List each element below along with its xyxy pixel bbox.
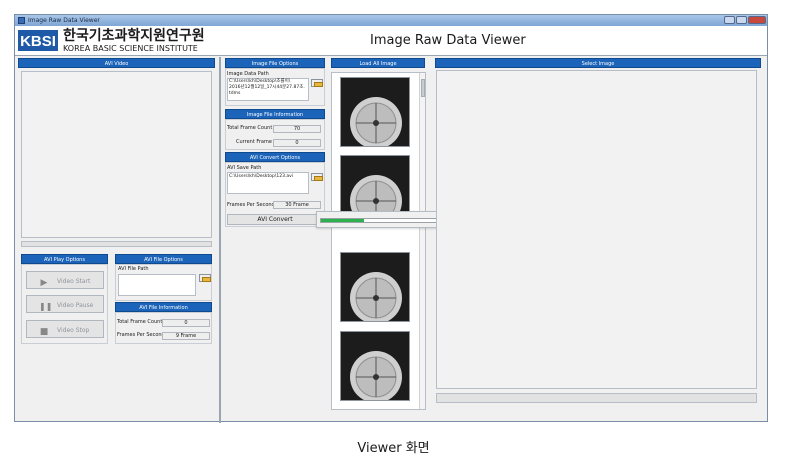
avi-file-information-panel: Total Frame Count : 0 Frames Per Second … (115, 312, 212, 344)
video-start-label: Video Start (57, 278, 91, 285)
image-data-browse-folder-icon[interactable] (311, 79, 323, 87)
avi-fps-value: 9 Frame (162, 332, 210, 340)
avi-convert-button[interactable]: AVI Convert (227, 214, 323, 225)
thumbnail-frame-4-image (341, 332, 409, 400)
avi-fps-label: Frames Per Second : (117, 332, 169, 338)
pause-icon: ❚❚ (39, 302, 53, 311)
video-stop-button[interactable]: ■ Video Stop (26, 320, 104, 338)
thumbnail-scrollbar-thumb[interactable] (421, 79, 425, 97)
avi-play-options-panel: ▶ Video Start ❚❚ Video Pause ■ Video Sto… (21, 264, 108, 344)
window-title: Image Raw Data Viewer (28, 17, 100, 24)
image-current-frame-value: 0 (273, 139, 321, 147)
avi-file-options-panel: AVI File Path (115, 264, 212, 301)
image-data-path-line-2: 2016년12월12일_17시44분27.87초. (229, 85, 305, 90)
avi-save-path-value: C:\Users\kh\Desktop\123.avi (229, 174, 294, 179)
image-file-information-header: Image File Information (225, 109, 325, 119)
image-data-path-field[interactable]: C:\Users\kh\Desktop\조률이\ 2016년12월12일_17시… (227, 78, 309, 101)
avi-file-information-header: AVI File Information (115, 302, 212, 312)
select-image-header: Select Image (435, 58, 761, 68)
load-all-image-list (331, 72, 426, 410)
thumbnail-frame-3-image (341, 253, 409, 321)
title-bar: Image Raw Data Viewer (15, 15, 767, 26)
app-title: Image Raw Data Viewer (370, 33, 526, 48)
avi-save-path-field[interactable]: C:\Users\kh\Desktop\123.avi (227, 172, 309, 194)
thumbnail-frame-4[interactable] (340, 331, 410, 401)
thumbnail-frame-3[interactable] (340, 252, 410, 322)
kbsi-logo-mark: KBSI (18, 30, 58, 51)
image-current-frame-label: Current Frame : (236, 139, 276, 145)
app-header: KBSI 한국기초과학지원연구원 KOREA BASIC SCIENCE INS… (15, 26, 767, 56)
column-divider (219, 57, 221, 423)
screenshot-root: Image Raw Data Viewer KBSI 한국기초과학지원연구원 K… (0, 0, 787, 456)
avi-file-path-field[interactable] (118, 274, 196, 296)
avi-total-frame-label: Total Frame Count : (117, 319, 166, 325)
logo-korean-name: 한국기초과학지원연구원 (63, 28, 205, 44)
video-start-button[interactable]: ▶ Video Start (26, 271, 104, 289)
avi-file-options-header: AVI File Options (115, 254, 212, 264)
avi-video-display (21, 71, 212, 238)
figure-caption: Viewer 화면 (357, 441, 430, 456)
convert-fps-field[interactable]: 30 Frame (273, 201, 321, 209)
avi-convert-options-header: AVI Convert Options (225, 152, 325, 162)
thumbnail-scrollbar[interactable] (419, 73, 425, 409)
thumbnail-frame-1-image (341, 78, 409, 146)
avi-total-frame-value: 0 (162, 319, 210, 327)
maximize-button[interactable] (736, 16, 747, 24)
image-total-frame-label: Total Frame Count : (227, 125, 276, 131)
avi-save-browse-folder-icon[interactable] (311, 173, 323, 181)
load-all-image-header: Load All Image (331, 58, 425, 68)
stop-icon: ■ (39, 327, 49, 337)
avi-file-path-label: AVI File Path (118, 266, 149, 272)
avi-convert-options-panel: AVI Save Path C:\Users\kh\Desktop\123.av… (225, 162, 325, 227)
thumbnail-frame-1[interactable] (340, 77, 410, 147)
app-icon (18, 17, 25, 24)
avi-video-header: AVI Video (18, 58, 215, 68)
image-data-path-line-3: tdms (229, 91, 241, 96)
select-image-display (436, 70, 757, 389)
convert-fps-label: Frames Per Second : (227, 202, 279, 208)
play-icon: ▶ (40, 278, 48, 288)
minimize-button[interactable] (724, 16, 735, 24)
logo-english-name: KOREA BASIC SCIENCE INSTITUTE (63, 44, 198, 53)
app-window: Image Raw Data Viewer KBSI 한국기초과학지원연구원 K… (14, 14, 768, 423)
image-file-options-panel: Image Data Path C:\Users\kh\Desktop\조률이\… (225, 68, 325, 106)
avi-video-trackbar[interactable] (21, 241, 212, 247)
video-pause-label: Video Pause (57, 302, 94, 309)
image-total-frame-value: 70 (273, 125, 321, 133)
avi-play-options-header: AVI Play Options (21, 254, 108, 264)
video-pause-button[interactable]: ❚❚ Video Pause (26, 295, 104, 313)
video-stop-label: Video Stop (57, 327, 90, 334)
image-data-path-label: Image Data Path (227, 71, 269, 77)
close-button[interactable] (748, 16, 766, 24)
convert-progress-fill (321, 219, 364, 222)
avi-file-browse-folder-icon[interactable] (199, 274, 211, 282)
select-image-trackbar[interactable] (436, 393, 757, 403)
image-file-options-header: Image File Options (225, 58, 325, 68)
avi-save-path-label: AVI Save Path (227, 165, 262, 171)
image-file-information-panel: Total Frame Count : 70 Current Frame : 0 (225, 119, 325, 150)
svg-text:KBSI: KBSI (20, 33, 56, 50)
